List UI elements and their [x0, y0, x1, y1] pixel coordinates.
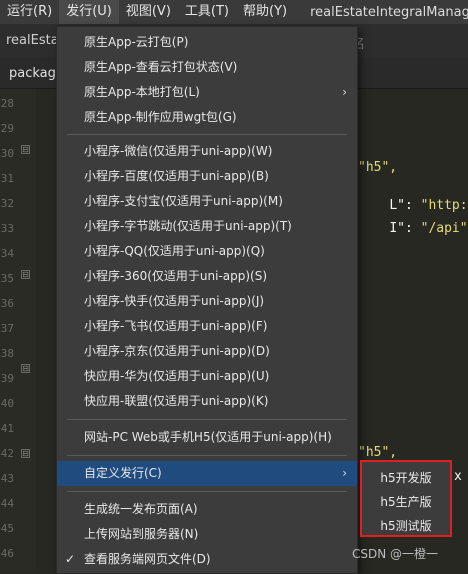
menu-item-label: 小程序-支付宝(仅适用于uni-app)(M)	[84, 194, 283, 208]
submenu-item-h5-prod[interactable]: h5生产版	[362, 490, 450, 514]
menu-item-mp-kuaishou[interactable]: 小程序-快手(仅适用于uni-app)(J)	[57, 289, 357, 314]
submenu-item-h5-dev[interactable]: h5开发版	[362, 466, 450, 490]
check-icon: ✓	[65, 552, 76, 566]
menu-item-mp-alipay[interactable]: 小程序-支付宝(仅适用于uni-app)(M)	[57, 189, 357, 214]
menu-item-label: 小程序-QQ(仅适用于uni-app)(Q)	[84, 244, 265, 258]
menu-item-release-page[interactable]: 生成统一发布页面(A)	[57, 497, 357, 522]
menu-divider	[67, 491, 347, 492]
chevron-right-icon: ›	[342, 85, 347, 99]
menu-item-mp-jd[interactable]: 小程序-京东(仅适用于uni-app)(D)	[57, 339, 357, 364]
menu-divider	[67, 134, 347, 135]
line-number: 32	[0, 197, 14, 210]
menu-item-label: 快应用-华为(仅适用于uni-app)(U)	[84, 369, 270, 383]
menu-item-web-h5[interactable]: 网站-PC Web或手机H5(仅适用于uni-app)(H)	[57, 425, 357, 450]
menu-item-wgt-pack[interactable]: 原生App-制作应用wgt包(G)	[57, 105, 357, 130]
line-number: 42	[0, 447, 14, 460]
code-cut-tail: x	[454, 469, 462, 484]
menu-item-upload-server[interactable]: 上传网站到服务器(N)	[57, 522, 357, 547]
line-number: 40	[0, 397, 14, 410]
menu-item-label: 小程序-字节跳动(仅适用于uni-app)(T)	[84, 219, 292, 233]
line-number: 29	[0, 122, 14, 135]
menu-item-label: 小程序-360(仅适用于uni-app)(S)	[84, 269, 268, 283]
menu-item-custom-publish[interactable]: 自定义发行(C) ›	[57, 461, 357, 486]
menu-item-label: 原生App-制作应用wgt包(G)	[84, 110, 237, 124]
custom-publish-submenu: h5开发版 h5生产版 h5测试版	[360, 460, 452, 537]
chevron-right-icon: ›	[342, 466, 347, 480]
line-number: 34	[0, 247, 14, 260]
line-number: 45	[0, 522, 14, 535]
menu-item-quickapp-huawei[interactable]: 快应用-华为(仅适用于uni-app)(U)	[57, 364, 357, 389]
menu-item-mp-weixin[interactable]: 小程序-微信(仅适用于uni-app)(W)	[57, 139, 357, 164]
menu-item-label: 上传网站到服务器(N)	[84, 527, 199, 541]
menu-item-mp-lark[interactable]: 小程序-飞书(仅适用于uni-app)(F)	[57, 314, 357, 339]
menu-item-label: 原生App-查看云打包状态(V)	[84, 60, 238, 74]
project-path: realEstateIntegralManage/pa	[310, 4, 468, 20]
line-number: 37	[0, 322, 14, 335]
line-number: 36	[0, 297, 14, 310]
code-api-value: "/api",	[420, 221, 468, 236]
line-number: 28	[0, 97, 14, 110]
line-number: 35	[0, 272, 14, 285]
menu-item-label: 小程序-百度(仅适用于uni-app)(B)	[84, 169, 269, 183]
menu-item-local-pack[interactable]: 原生App-本地打包(L) ›	[57, 80, 357, 105]
line-number: 33	[0, 222, 14, 235]
menu-view[interactable]: 视图(V)	[119, 0, 178, 24]
menu-divider	[67, 455, 347, 456]
menu-bar: 运行(R) 发行(U) 视图(V) 工具(T) 帮助(Y) realEstate…	[0, 0, 468, 24]
menu-help[interactable]: 帮助(Y)	[236, 0, 294, 24]
menu-item-cloud-status[interactable]: 原生App-查看云打包状态(V)	[57, 55, 357, 80]
menu-item-label: 生成统一发布页面(A)	[84, 502, 198, 516]
menu-item-label: 原生App-云打包(P)	[84, 35, 189, 49]
code-h5-key-2: "h5",	[358, 445, 398, 460]
menu-item-mp-toutiao[interactable]: 小程序-字节跳动(仅适用于uni-app)(T)	[57, 214, 357, 239]
menu-item-label: 小程序-微信(仅适用于uni-app)(W)	[84, 144, 273, 158]
fold-toggle-icon[interactable]: ⊟	[21, 364, 30, 373]
code-api-line: I": "/api",	[358, 206, 468, 251]
menu-item-label: 网站-PC Web或手机H5(仅适用于uni-app)(H)	[84, 430, 332, 444]
menu-item-view-server-files[interactable]: ✓ 查看服务端网页文件(D)	[57, 547, 357, 572]
menu-item-cloud-pack[interactable]: 原生App-云打包(P)	[57, 30, 357, 55]
menu-item-quickapp-union[interactable]: 快应用-联盟(仅适用于uni-app)(K)	[57, 389, 357, 414]
menu-item-mp-baidu[interactable]: 小程序-百度(仅适用于uni-app)(B)	[57, 164, 357, 189]
csdn-watermark: CSDN @一橙一	[352, 547, 439, 561]
line-number: 30	[0, 147, 14, 160]
menu-run[interactable]: 运行(R)	[0, 0, 59, 24]
fold-toggle-icon[interactable]: ⊟	[21, 145, 30, 154]
line-number: 39	[0, 372, 14, 385]
menu-item-label: 自定义发行(C)	[84, 466, 162, 480]
publish-dropdown-menu: 原生App-云打包(P) 原生App-查看云打包状态(V) 原生App-本地打包…	[56, 26, 358, 574]
menu-divider	[67, 419, 347, 420]
line-number: 38	[0, 347, 14, 360]
line-number: 43	[0, 472, 14, 485]
menu-item-label: 小程序-飞书(仅适用于uni-app)(F)	[84, 319, 268, 333]
menu-item-label: 查看服务端网页文件(D)	[84, 552, 211, 566]
line-number: 44	[0, 497, 14, 510]
fold-toggle-icon[interactable]: ⊟	[21, 449, 30, 458]
fold-toggle-icon[interactable]: ⊟	[21, 270, 30, 279]
menu-publish[interactable]: 发行(U)	[59, 0, 119, 24]
menu-item-mp-qq[interactable]: 小程序-QQ(仅适用于uni-app)(Q)	[57, 239, 357, 264]
menu-item-label: 小程序-快手(仅适用于uni-app)(J)	[84, 294, 265, 308]
code-h5-key: "h5",	[358, 160, 398, 175]
menu-item-label: 小程序-京东(仅适用于uni-app)(D)	[84, 344, 270, 358]
line-gutter: 28 29 30 31 32 33 34 35 36 37 38 39 40 4…	[0, 89, 36, 572]
line-number: 46	[0, 547, 14, 560]
menu-tools[interactable]: 工具(T)	[178, 0, 236, 24]
menu-item-label: 原生App-本地打包(L)	[84, 85, 200, 99]
code-api-key: I":	[389, 221, 421, 236]
project-tab[interactable]: realEsta	[6, 33, 59, 48]
menu-item-mp-360[interactable]: 小程序-360(仅适用于uni-app)(S)	[57, 264, 357, 289]
line-number: 31	[0, 172, 14, 185]
submenu-item-h5-test[interactable]: h5测试版	[362, 514, 450, 538]
line-number: 41	[0, 422, 14, 435]
menu-item-label: 快应用-联盟(仅适用于uni-app)(K)	[84, 394, 269, 408]
